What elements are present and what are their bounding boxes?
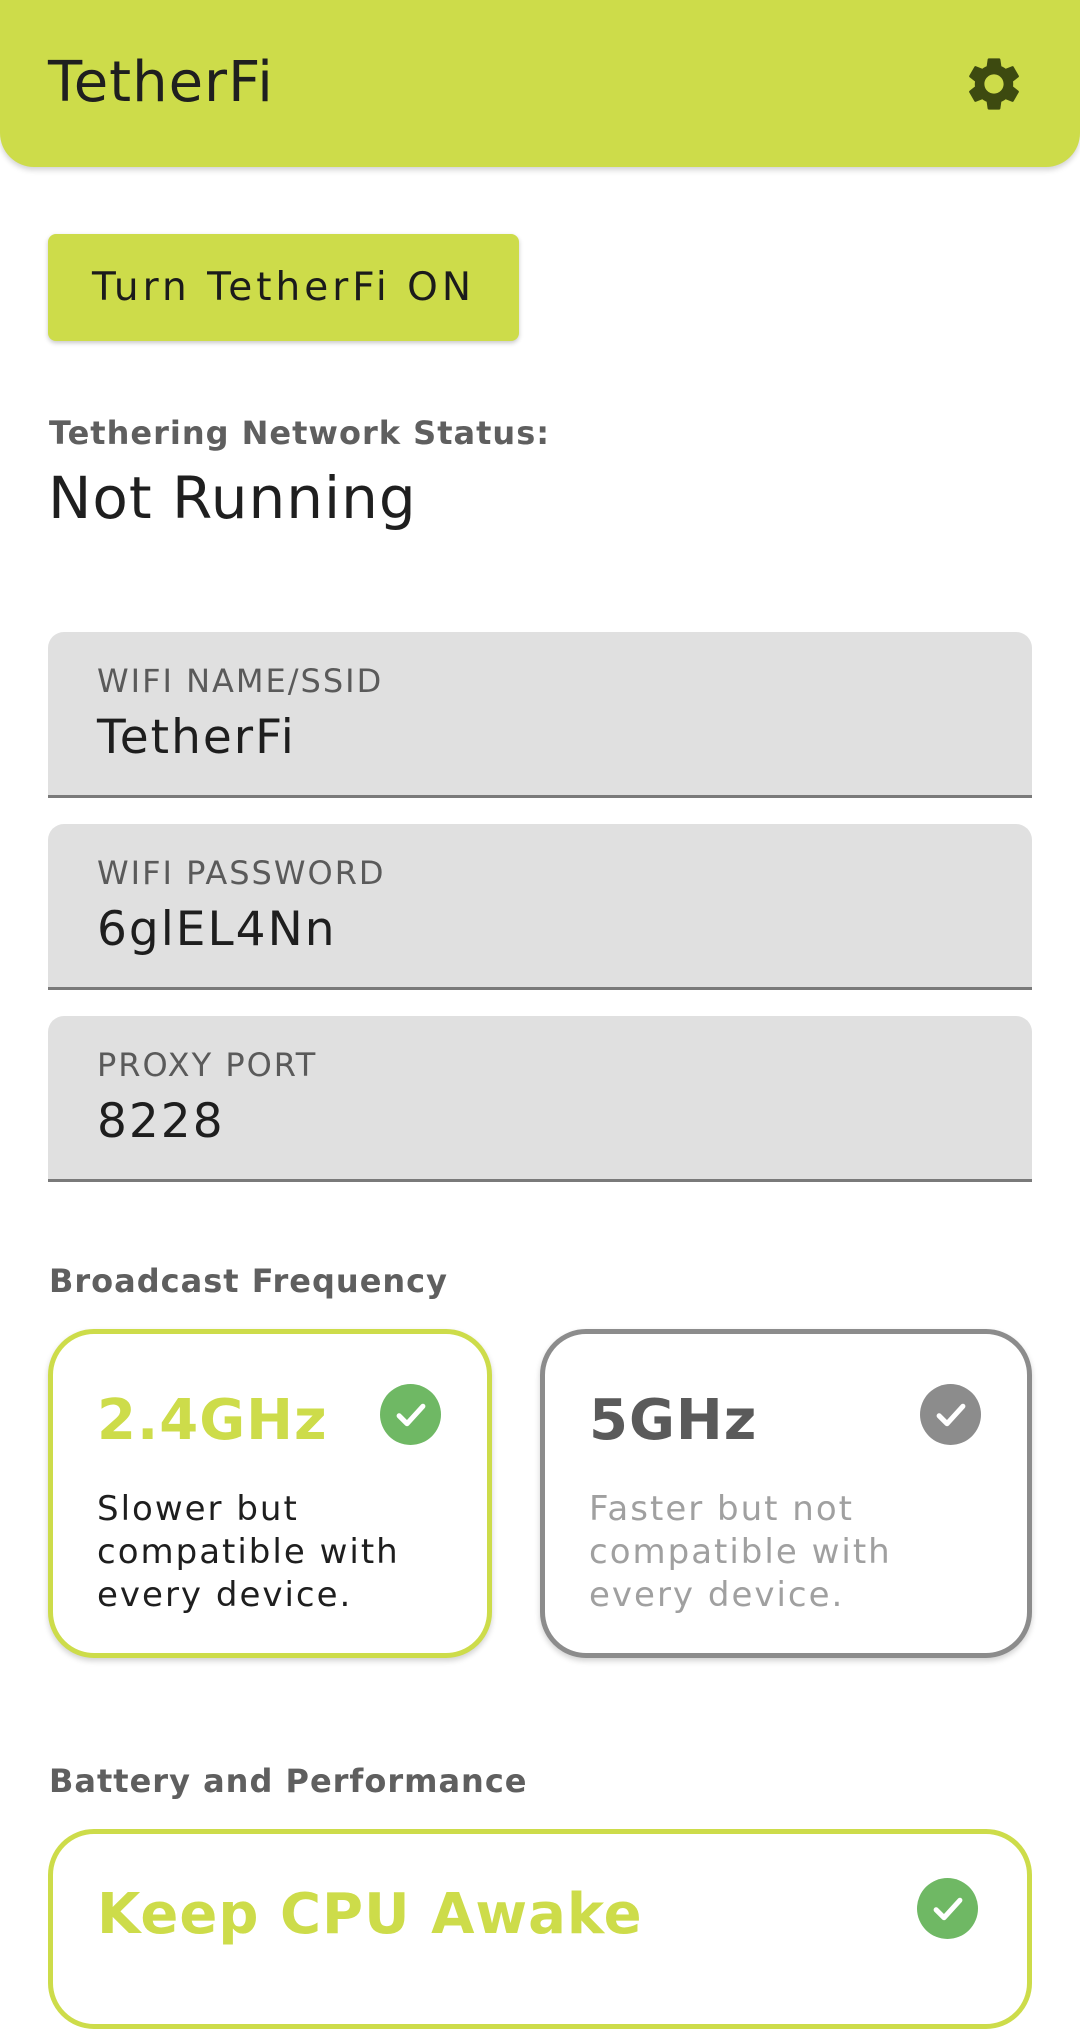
app-title: TetherFi bbox=[48, 50, 274, 115]
frequency-option-5ghz[interactable]: 5GHz Faster but not compatible with ever… bbox=[540, 1329, 1032, 1658]
frequency-option-title: 2.4GHz bbox=[97, 1388, 328, 1453]
frequency-option-2-4ghz[interactable]: 2.4GHz Slower but compatible with every … bbox=[48, 1329, 492, 1658]
ssid-field[interactable]: WIFI NAME/SSID TetherFi bbox=[48, 632, 1032, 798]
keep-cpu-awake-title: Keep CPU Awake bbox=[97, 1882, 643, 1947]
proxy-port-field-label: PROXY PORT bbox=[97, 1046, 318, 1084]
broadcast-frequency-label: Broadcast Frequency bbox=[49, 1262, 448, 1300]
check-circle-icon bbox=[917, 1878, 978, 1939]
frequency-option-description: Faster but not compatible with every dev… bbox=[589, 1489, 892, 1615]
toggle-tether-button[interactable]: Turn TetherFi ON bbox=[48, 234, 519, 341]
frequency-option-title: 5GHz bbox=[589, 1388, 758, 1453]
frequency-option-description: Slower but compatible with every device. bbox=[97, 1489, 400, 1615]
check-circle-icon bbox=[380, 1384, 441, 1445]
status-label: Tethering Network Status: bbox=[49, 414, 551, 452]
password-field[interactable]: WIFI PASSWORD 6glEL4Nn bbox=[48, 824, 1032, 990]
proxy-port-field-value[interactable]: 8228 bbox=[97, 1094, 225, 1149]
app-bar: TetherFi bbox=[0, 0, 1080, 167]
battery-performance-label: Battery and Performance bbox=[49, 1762, 528, 1800]
ssid-field-value[interactable]: TetherFi bbox=[97, 710, 296, 765]
password-field-label: WIFI PASSWORD bbox=[97, 854, 386, 892]
gear-icon[interactable] bbox=[962, 52, 1026, 116]
keep-cpu-awake-card[interactable]: Keep CPU Awake bbox=[48, 1829, 1032, 2029]
proxy-port-field[interactable]: PROXY PORT 8228 bbox=[48, 1016, 1032, 1182]
ssid-field-label: WIFI NAME/SSID bbox=[97, 662, 384, 700]
check-circle-icon bbox=[920, 1384, 981, 1445]
password-field-value[interactable]: 6glEL4Nn bbox=[97, 902, 337, 957]
status-value: Not Running bbox=[48, 464, 417, 532]
